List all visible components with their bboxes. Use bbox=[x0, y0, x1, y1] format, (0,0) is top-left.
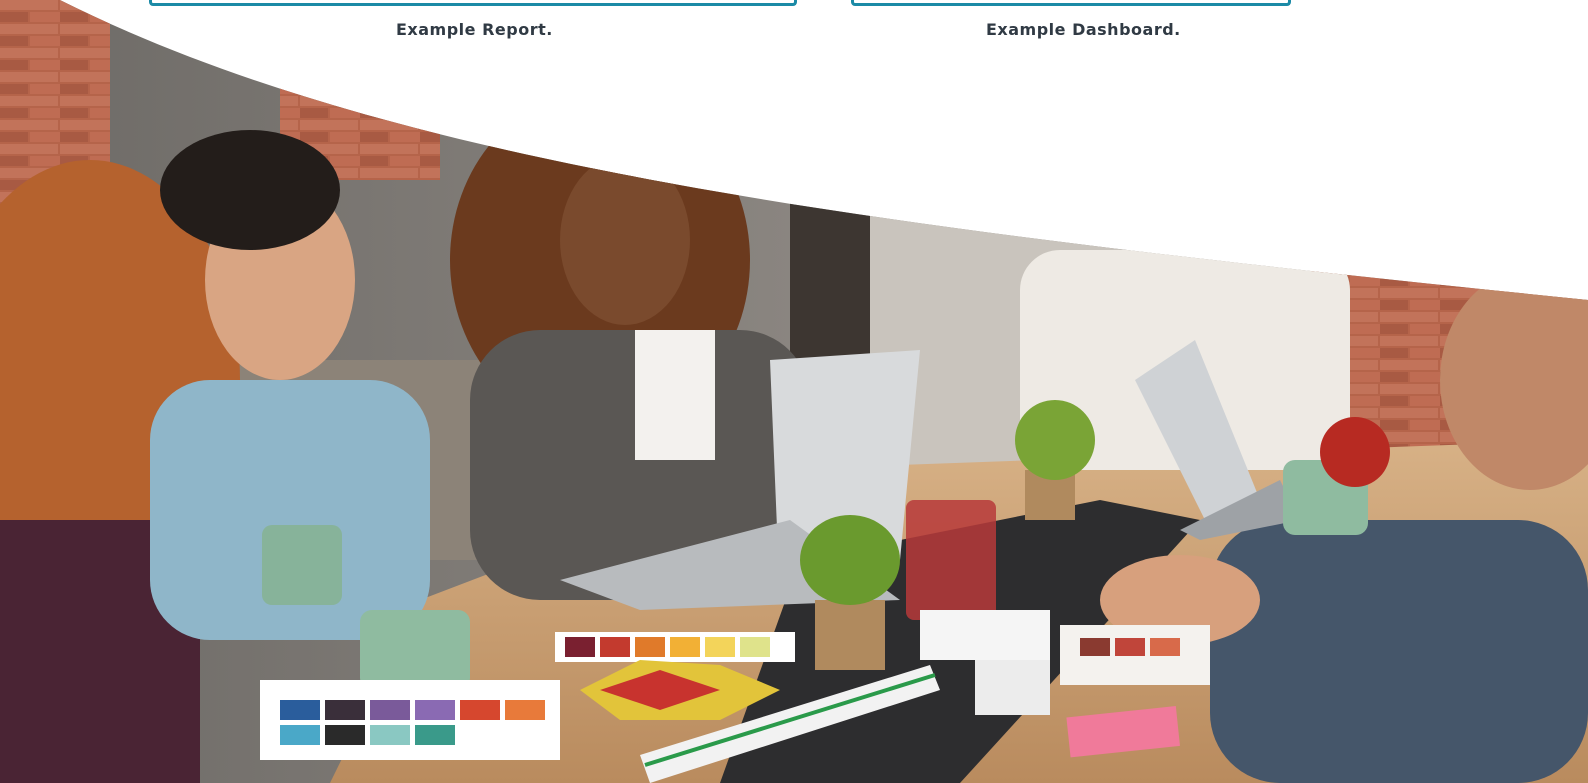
report-preview-frame[interactable] bbox=[149, 0, 797, 6]
report-caption: Example Report. bbox=[396, 20, 553, 39]
dashboard-caption: Example Dashboard. bbox=[986, 20, 1181, 39]
dashboard-preview-frame[interactable] bbox=[851, 0, 1291, 6]
team-photo bbox=[0, 0, 1588, 783]
page: Example Report. Example Dashboard. bbox=[0, 0, 1588, 783]
